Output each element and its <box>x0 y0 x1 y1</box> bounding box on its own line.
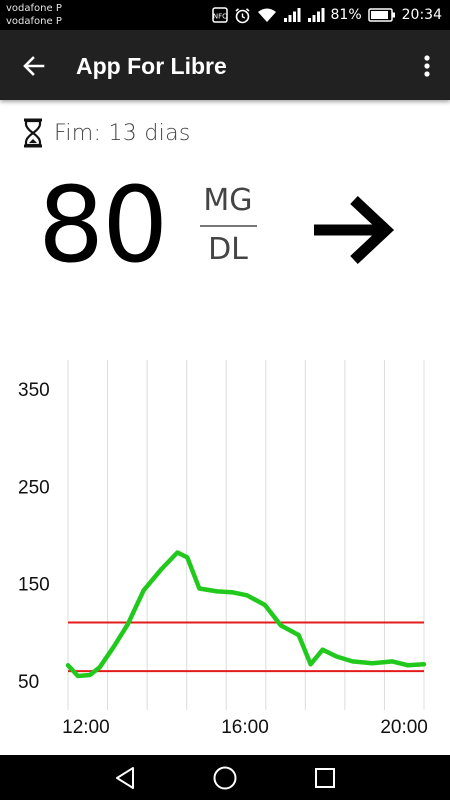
battery-icon <box>367 8 395 22</box>
navigation-bar <box>0 755 450 800</box>
y-tick-label: 350 <box>18 380 50 401</box>
status-clock: 20:34 <box>401 7 442 23</box>
more-vert-icon <box>424 55 430 77</box>
y-tick-label: 50 <box>18 672 39 693</box>
y-axis-ticks: 350 250 150 50 <box>18 380 50 693</box>
nav-home-button[interactable] <box>195 755 255 800</box>
nfc-icon: NFC <box>211 7 228 23</box>
nav-back-button[interactable] <box>95 755 155 800</box>
overflow-menu-button[interactable] <box>412 46 442 86</box>
signal-icon <box>283 8 301 22</box>
nav-recents-button[interactable] <box>295 755 355 800</box>
app-bar: App For Libre <box>0 30 450 100</box>
hourglass-icon <box>24 118 42 148</box>
carrier-label-1: vodafone P <box>6 3 62 14</box>
wifi-icon <box>257 8 276 22</box>
x-axis-ticks: 12:00 16:00 20:00 <box>62 717 428 738</box>
arrow-back-icon <box>23 56 45 76</box>
y-tick-label: 150 <box>18 575 50 596</box>
signal-icon <box>307 8 325 22</box>
status-bar: vodafone P vodafone P NFC 81% 20:34 <box>0 0 450 30</box>
nav-back-icon <box>116 766 134 789</box>
x-tick-label: 20:00 <box>380 717 428 738</box>
back-button[interactable] <box>14 46 54 86</box>
chart-grid <box>67 360 425 710</box>
x-tick-label: 16:00 <box>221 717 269 738</box>
alarm-icon <box>234 7 250 23</box>
x-tick-label: 12:00 <box>62 717 110 738</box>
glucose-value: 80 <box>38 164 168 286</box>
nav-home-icon <box>213 766 237 789</box>
glucose-series-line <box>65 550 427 679</box>
app-title: App For Libre <box>76 53 227 79</box>
nav-recents-icon <box>315 767 335 788</box>
y-tick-label: 250 <box>18 477 50 498</box>
status-icons: NFC 81% 20:34 <box>211 0 442 30</box>
arrow-right-icon <box>314 195 395 265</box>
sensor-remaining-text: Fim: 13 dias <box>54 120 191 146</box>
unit-denominator: DL <box>208 232 248 267</box>
sensor-status: Fim: 13 dias <box>20 116 191 150</box>
unit-divider <box>200 225 257 227</box>
chart-series <box>65 550 427 679</box>
svg-text:NFC: NFC <box>212 13 226 21</box>
battery-percent: 81% <box>330 7 362 23</box>
carrier-label-2: vodafone P <box>6 16 62 27</box>
glucose-chart[interactable]: 350 250 150 50 12:00 16:00 20:00 <box>0 360 450 750</box>
unit-numerator: MG <box>203 183 253 218</box>
